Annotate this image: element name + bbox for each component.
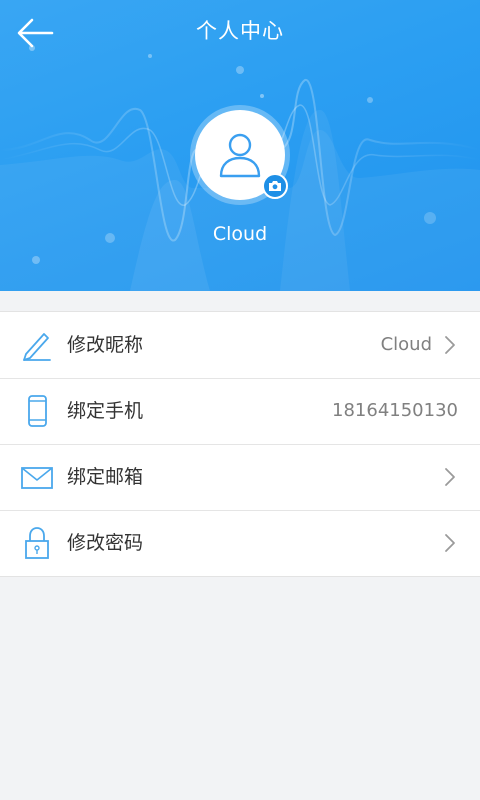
phone-icon (28, 395, 47, 427)
chevron-right-icon (445, 468, 455, 486)
phone-number-value: 18164150130 (332, 400, 458, 421)
settings-list: 修改昵称 Cloud 绑定手机 18164150130 绑定邮箱 修改密码 (0, 311, 480, 577)
pencil-icon (23, 333, 51, 361)
user-silhouette-icon (219, 133, 261, 178)
nickname-value: Cloud (380, 334, 432, 355)
bind-email-row[interactable]: 绑定邮箱 (0, 444, 480, 510)
bind-phone-row[interactable]: 绑定手机 18164150130 (0, 378, 480, 444)
page-title: 个人中心 (196, 19, 284, 43)
envelope-icon (21, 467, 53, 489)
chevron-right-icon (445, 534, 455, 552)
change-avatar-button[interactable] (262, 173, 288, 199)
chevron-right-icon (445, 336, 455, 354)
edit-nickname-row[interactable]: 修改昵称 Cloud (0, 312, 480, 378)
bind-phone-label: 绑定手机 (67, 400, 144, 422)
edit-nickname-label: 修改昵称 (67, 334, 144, 356)
change-password-row[interactable]: 修改密码 (0, 510, 480, 576)
change-password-label: 修改密码 (67, 532, 144, 554)
username: Cloud (212, 223, 268, 245)
bind-email-label: 绑定邮箱 (67, 466, 144, 488)
lock-icon (25, 527, 49, 559)
camera-icon (269, 181, 281, 191)
profile-header: 个人中心 Cloud (0, 0, 480, 291)
